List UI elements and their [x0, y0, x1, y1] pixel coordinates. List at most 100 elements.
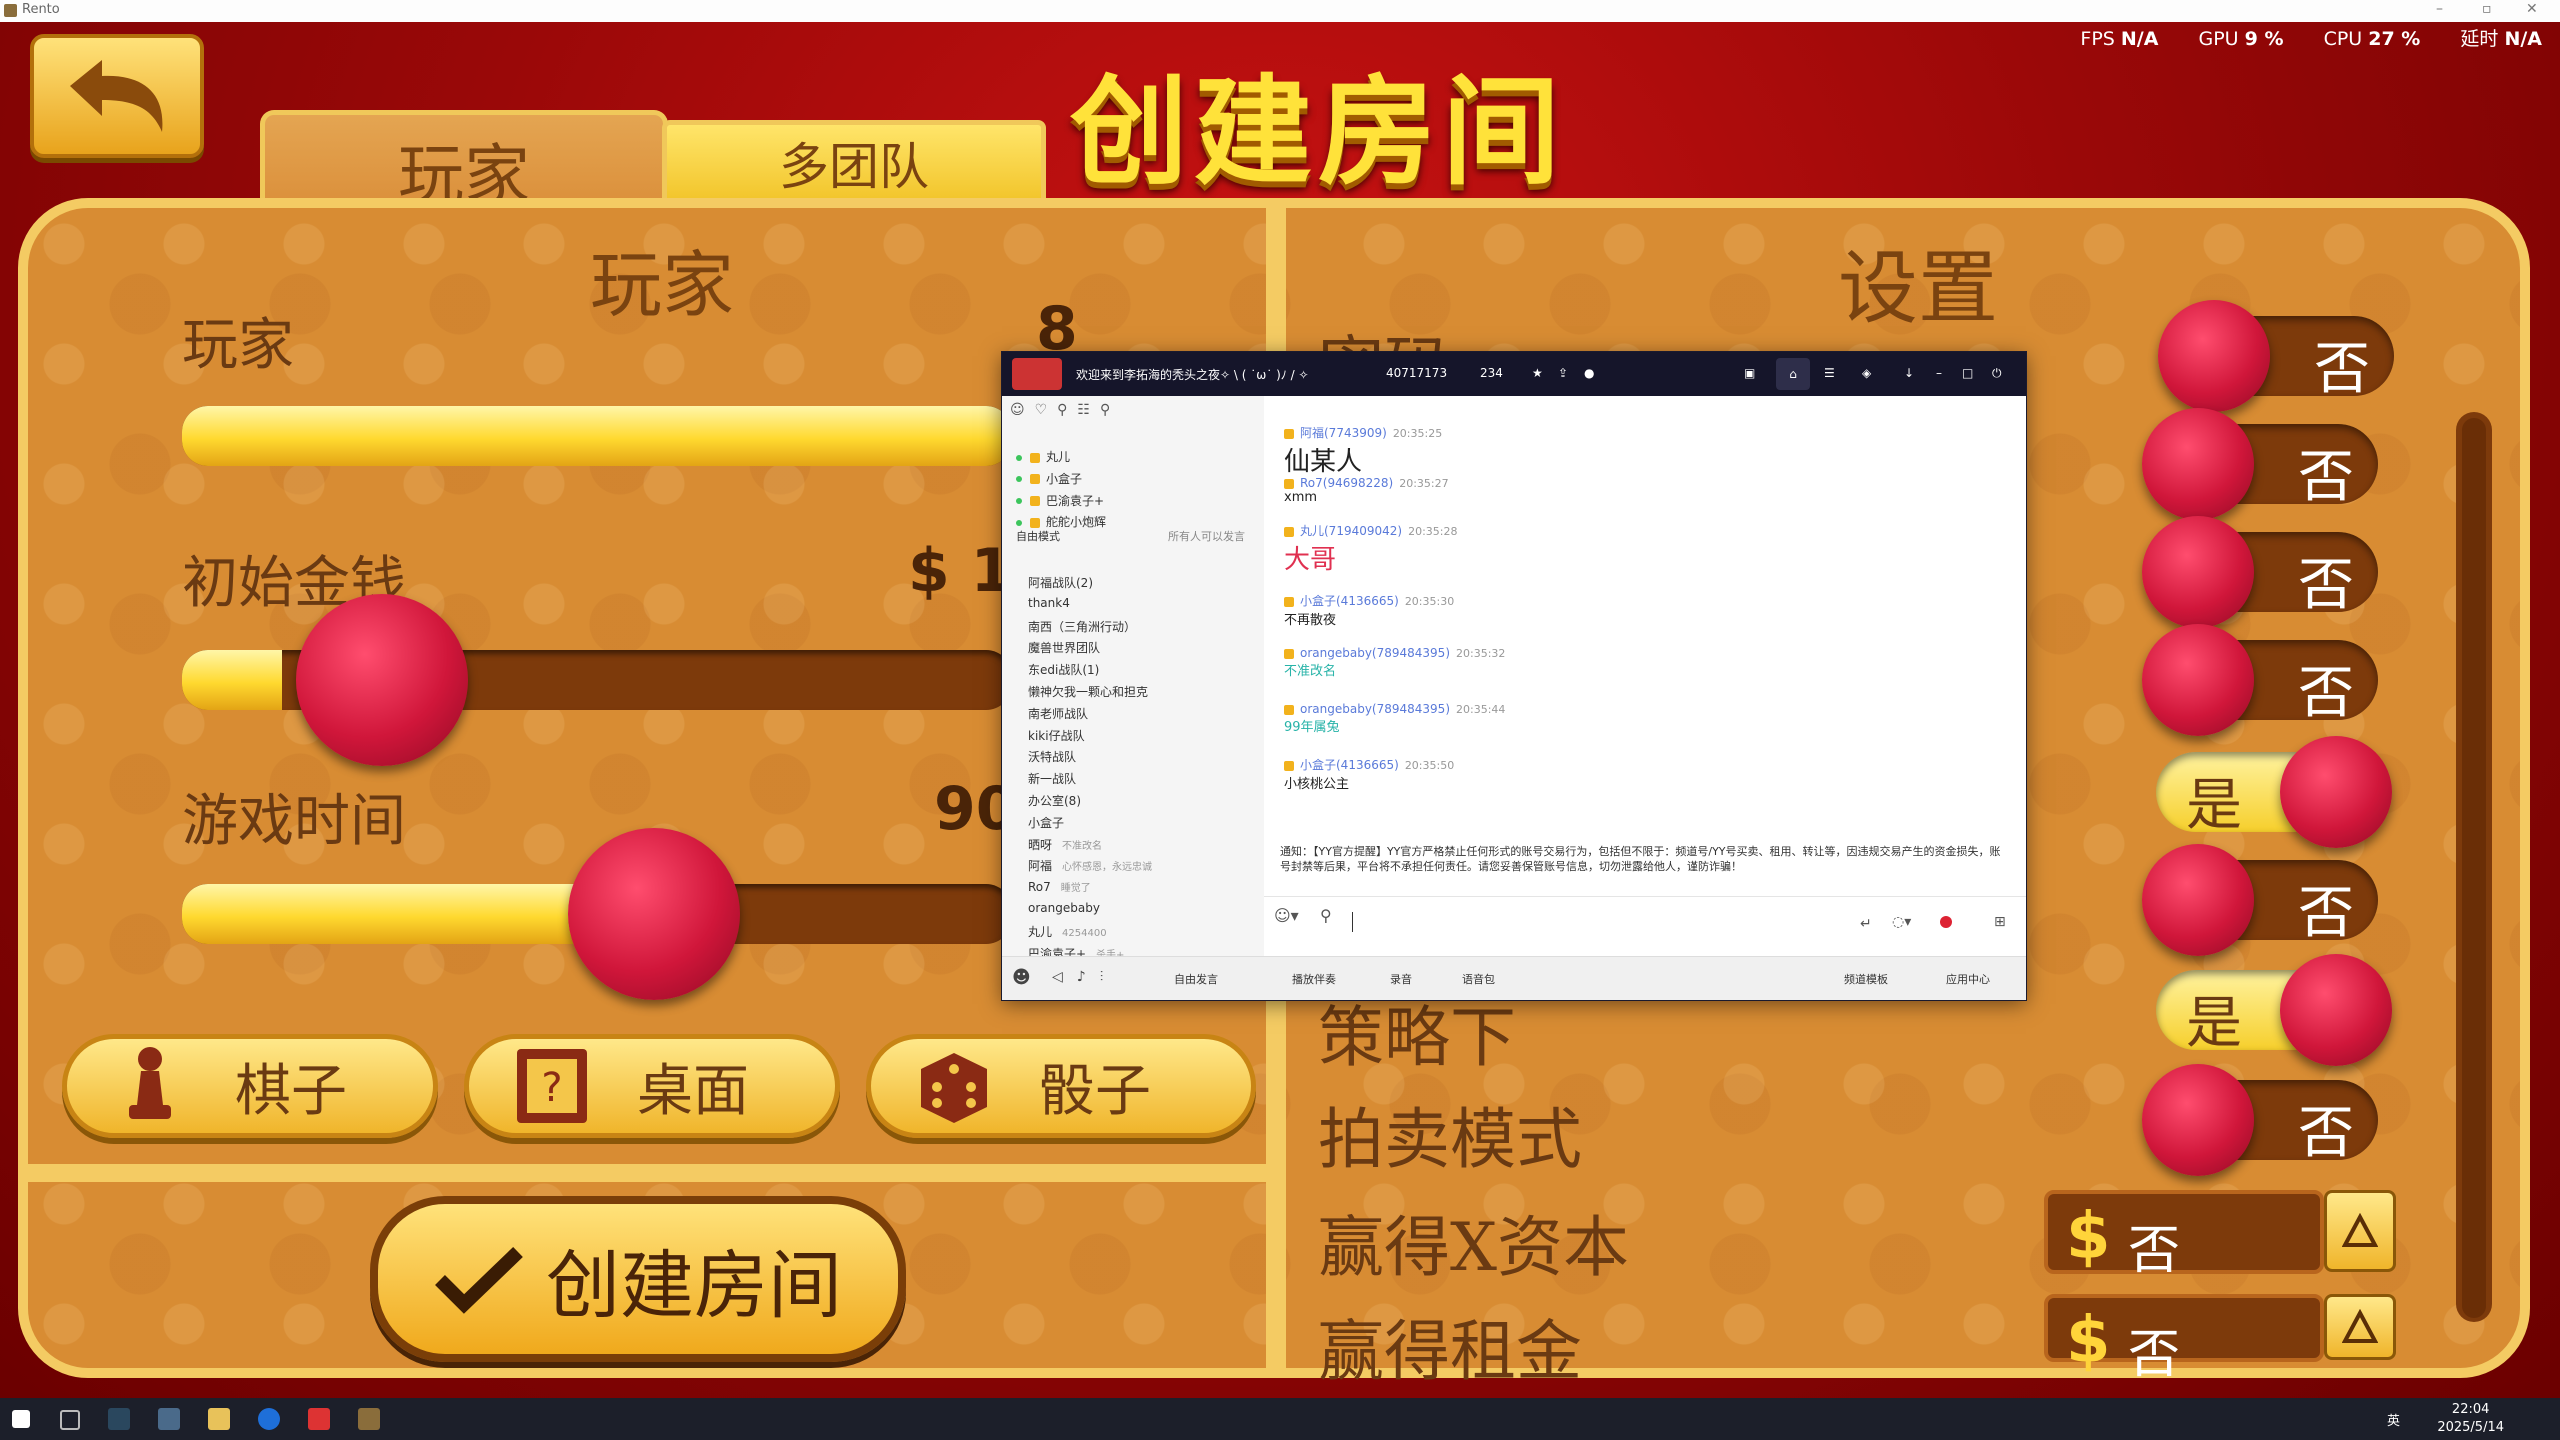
setting-toggle-6[interactable]: 否: [2142, 844, 2378, 956]
board-button[interactable]: ? 桌面: [464, 1034, 840, 1138]
message-time: 20:35:25: [1392, 427, 1443, 440]
rose-icon[interactable]: [1940, 916, 1952, 928]
setting-toggle-4[interactable]: 否: [2142, 624, 2378, 736]
channel-tree-item[interactable]: 懒神欠我一颗心和担克: [1028, 683, 1148, 700]
channel-tree-item[interactable]: Ro7 睡觉了: [1028, 879, 1091, 894]
channel-template-button[interactable]: 频道模板: [1844, 971, 1888, 987]
channel-tree-item[interactable]: thank4: [1028, 596, 1070, 610]
start-icon[interactable]: [12, 1410, 30, 1428]
channel-tree-item[interactable]: 办公室(8): [1028, 792, 1081, 809]
speak-mode[interactable]: 自由模式: [1016, 528, 1060, 544]
win-rent-increase-button[interactable]: [2324, 1294, 2396, 1360]
channel-tree-item[interactable]: 沃特战队: [1028, 748, 1076, 765]
channel-tree-item[interactable]: 新一战队: [1028, 770, 1076, 787]
sender-name[interactable]: Ro7(94698228): [1300, 476, 1393, 490]
win-capital-value-box[interactable]: $ 否: [2044, 1190, 2324, 1281]
chat-bubble-icon[interactable]: ◌▾: [1892, 914, 1911, 930]
setting-toggle-2[interactable]: 否: [2142, 408, 2378, 520]
ime-indicator[interactable]: 英: [2387, 1410, 2400, 1429]
maximize-button[interactable]: ▫: [2482, 1, 2492, 17]
channel-tree-item[interactable]: 小盒子: [1028, 814, 1064, 831]
close-button[interactable]: ✕: [2526, 1, 2538, 17]
channel-tree-item[interactable]: 南老师战队: [1028, 705, 1088, 722]
chat-message: 小盒子(4136665) 20:35:30 不再散夜: [1284, 592, 1454, 628]
channel-tree-item[interactable]: 东edi战队(1): [1028, 661, 1099, 678]
setting-toggle-5[interactable]: 是: [2156, 736, 2392, 848]
free-speech-button[interactable]: 自由发言: [1174, 971, 1218, 987]
search-icon[interactable]: ⚲: [1320, 906, 1332, 925]
yy-icon[interactable]: [208, 1408, 230, 1430]
play-accompaniment-button[interactable]: 播放伴奏: [1292, 971, 1336, 987]
member-note: 不准改名: [1062, 840, 1103, 852]
task-view-icon[interactable]: [60, 1410, 80, 1430]
layout-icon[interactable]: ☰: [1824, 366, 1835, 380]
minimize-button[interactable]: –: [2436, 1, 2443, 17]
tab-multi-team[interactable]: 多团队: [662, 120, 1046, 200]
screen-icon[interactable]: ▣: [1744, 366, 1755, 380]
app-icon[interactable]: [308, 1408, 330, 1430]
gpu-value: 9 %: [2244, 28, 2284, 50]
yy-maximize-button[interactable]: □: [1962, 366, 1973, 380]
share-icon[interactable]: ⇪: [1558, 366, 1568, 380]
yy-power-button[interactable]: ⏻: [1992, 366, 2002, 381]
gamepad-icon[interactable]: ◈: [1862, 366, 1871, 380]
pieces-button[interactable]: 棋子: [62, 1034, 438, 1138]
settings-scroll-thumb[interactable]: [2462, 418, 2486, 1318]
dice-button-label: 骰子: [1039, 1058, 1151, 1124]
create-room-button[interactable]: 创建房间: [370, 1196, 906, 1362]
audio-controls-icons[interactable]: ◁♪⫶: [1052, 969, 1117, 985]
yy-minimize-button[interactable]: –: [1936, 366, 1942, 380]
money-slider-knob[interactable]: [295, 594, 468, 766]
app-icon[interactable]: [158, 1408, 180, 1430]
time-slider-knob[interactable]: [567, 828, 740, 1000]
member-list-item[interactable]: 巴渝袁子+: [1016, 492, 1104, 509]
dice-button[interactable]: 骰子: [866, 1034, 1256, 1138]
setting-toggle-3[interactable]: 否: [2142, 516, 2378, 628]
channel-tree-item[interactable]: 丸儿 4254400: [1028, 923, 1107, 940]
sender-name[interactable]: 阿福(7743909): [1300, 426, 1387, 440]
chat-input-cursor[interactable]: [1352, 912, 1353, 932]
channel-tree-item[interactable]: 魔兽世界团队: [1028, 639, 1100, 656]
enter-icon[interactable]: ↵: [1860, 916, 1872, 932]
message-text: 小核桃公主: [1284, 777, 1350, 792]
member-list-item[interactable]: 丸儿: [1016, 448, 1070, 465]
record-button[interactable]: 录音: [1390, 971, 1412, 987]
sender-name[interactable]: 丸儿(719409042): [1300, 524, 1402, 538]
setting-toggle-1[interactable]: 否: [2158, 300, 2394, 412]
cpu-value: 27 %: [2368, 28, 2421, 50]
setting-toggle-8[interactable]: 否: [2142, 1064, 2378, 1176]
steam-icon[interactable]: [108, 1408, 130, 1430]
game-icon[interactable]: [358, 1408, 380, 1430]
channel-tree-item[interactable]: 晒呀 不准改名: [1028, 836, 1102, 853]
sender-name[interactable]: orangebaby(789484395): [1300, 646, 1450, 660]
star-icon[interactable]: ★: [1532, 366, 1543, 380]
dollar-icon: $: [2066, 1304, 2111, 1378]
sender-name[interactable]: orangebaby(789484395): [1300, 702, 1450, 716]
member-list-item[interactable]: 小盒子: [1016, 470, 1082, 487]
channel-id: 40717173: [1386, 366, 1448, 380]
emoji-icon[interactable]: ☺▾: [1274, 906, 1299, 925]
win-rent-value-box[interactable]: $ 否: [2044, 1294, 2324, 1385]
app-center-button[interactable]: 应用中心: [1946, 971, 1990, 987]
channel-tree-item[interactable]: 阿福 心怀感恩，永远忠诚: [1028, 857, 1152, 874]
k-app-icon[interactable]: [258, 1408, 280, 1430]
win-capital-increase-button[interactable]: [2324, 1190, 2396, 1272]
setting-toggle-7[interactable]: 是: [2156, 954, 2392, 1066]
home-icon[interactable]: ⌂: [1776, 358, 1810, 390]
tree-item-label: 办公室(8): [1028, 794, 1081, 808]
download-icon[interactable]: ↓: [1904, 366, 1914, 380]
channel-tree-item[interactable]: 阿福战队(2): [1028, 574, 1093, 591]
sender-name[interactable]: 小盒子(4136665): [1300, 758, 1399, 772]
back-button[interactable]: [30, 34, 204, 158]
sender-name[interactable]: 小盒子(4136665): [1300, 594, 1399, 608]
voice-pack-button[interactable]: 语音包: [1462, 971, 1495, 987]
channel-tree-item[interactable]: kiki仔战队: [1028, 727, 1085, 744]
channel-tree-item[interactable]: orangebaby: [1028, 901, 1100, 915]
system-clock[interactable]: 22:04 2025/5/14: [2437, 1401, 2504, 1437]
info-icon[interactable]: ●: [1584, 366, 1594, 380]
channel-tree-item[interactable]: 南西（三角洲行动）: [1028, 618, 1136, 635]
user-avatar-icon[interactable]: ☻: [1012, 967, 1031, 988]
member-tab-icons[interactable]: ☺♡⚲☷⚲: [1010, 402, 1120, 418]
gift-icon[interactable]: ⊞: [1994, 914, 2006, 930]
players-slider[interactable]: [182, 406, 1012, 466]
